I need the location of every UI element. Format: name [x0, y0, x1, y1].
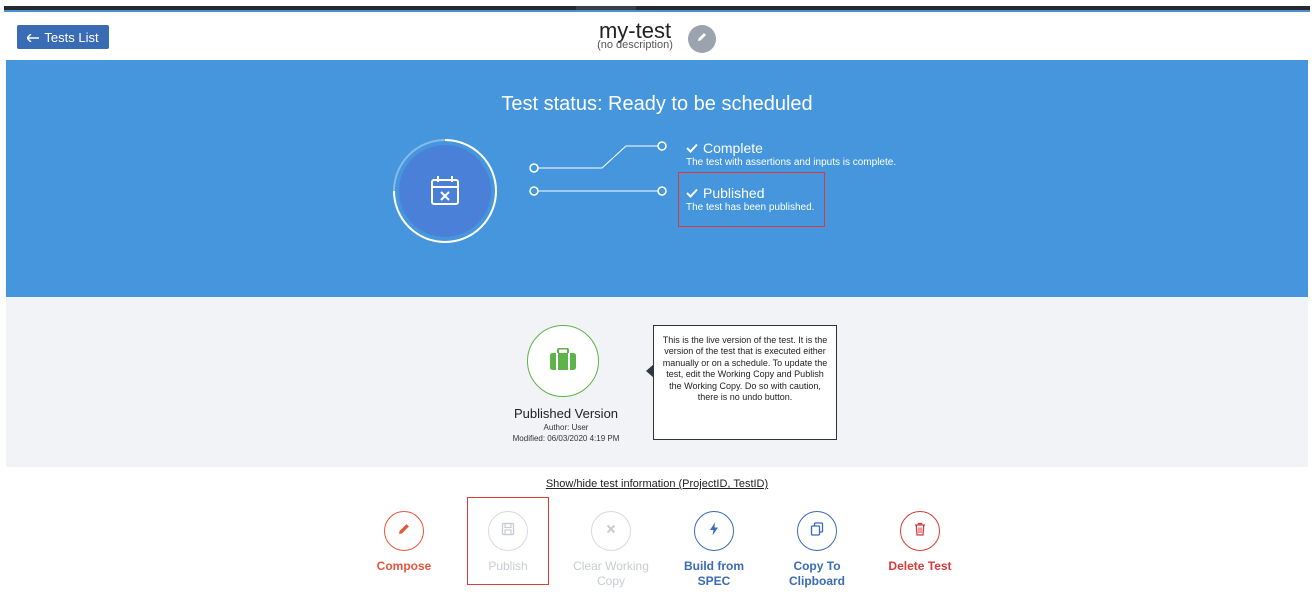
- briefcase-icon: [550, 347, 576, 375]
- status-title: Test status: Ready to be scheduled: [501, 93, 813, 115]
- status-panel: Test status: Ready to be scheduled Compl…: [6, 60, 1308, 297]
- tests-list-label: Tests List: [44, 29, 99, 45]
- compose-button[interactable]: Compose: [364, 511, 444, 574]
- step-label: Complete: [703, 140, 763, 156]
- copy-to-clipboard-button[interactable]: Copy To Clipboard: [777, 511, 857, 589]
- clear-working-copy-button[interactable]: Clear Working Copy: [571, 511, 651, 589]
- delete-test-button[interactable]: Delete Test: [880, 511, 960, 574]
- compose-label: Compose: [376, 559, 432, 573]
- lightning-icon: [708, 522, 720, 541]
- version-title: Published Version: [513, 406, 619, 421]
- page-header: Tests List my-test (no description): [0, 12, 1314, 60]
- build-from-spec-label: Build from SPEC: [684, 559, 744, 588]
- checkmark-icon: [686, 140, 698, 156]
- version-tooltip: This is the live version of the test. It…: [653, 325, 837, 440]
- page-title: my-test (no description): [565, 20, 705, 51]
- clipboard-icon: [810, 521, 824, 541]
- arrow-left-icon: [26, 30, 40, 45]
- status-progress-ring: [393, 139, 497, 243]
- publish-highlight-box: [467, 497, 549, 585]
- step-detail: The test with assertions and inputs is c…: [686, 157, 897, 168]
- copy-to-clipboard-label: Copy To Clipboard: [789, 559, 845, 588]
- version-modified: Modified: 06/03/2020 4:19 PM: [512, 434, 620, 443]
- pencil-icon: [696, 30, 708, 48]
- published-version-badge[interactable]: [527, 325, 599, 397]
- clear-working-copy-label: Clear Working Copy: [573, 559, 649, 588]
- published-highlight-box: [678, 172, 825, 227]
- build-from-spec-button[interactable]: Build from SPEC: [674, 511, 754, 589]
- delete-test-label: Delete Test: [888, 559, 952, 573]
- version-author: Author: User: [543, 423, 589, 432]
- version-panel: Published Version Author: User Modified:…: [6, 297, 1308, 467]
- test-description: (no description): [597, 39, 673, 51]
- pencil-icon: [397, 522, 411, 541]
- step-complete: Complete The test with assertions and in…: [686, 140, 896, 168]
- top-bar: [0, 0, 1314, 12]
- step-connector: [529, 141, 667, 196]
- x-icon: [605, 522, 617, 540]
- edit-test-button[interactable]: [688, 25, 716, 53]
- tests-list-button[interactable]: Tests List: [17, 25, 109, 49]
- toggle-test-info-link[interactable]: Show/hide test information (ProjectID, T…: [0, 478, 1314, 490]
- trash-icon: [914, 522, 926, 541]
